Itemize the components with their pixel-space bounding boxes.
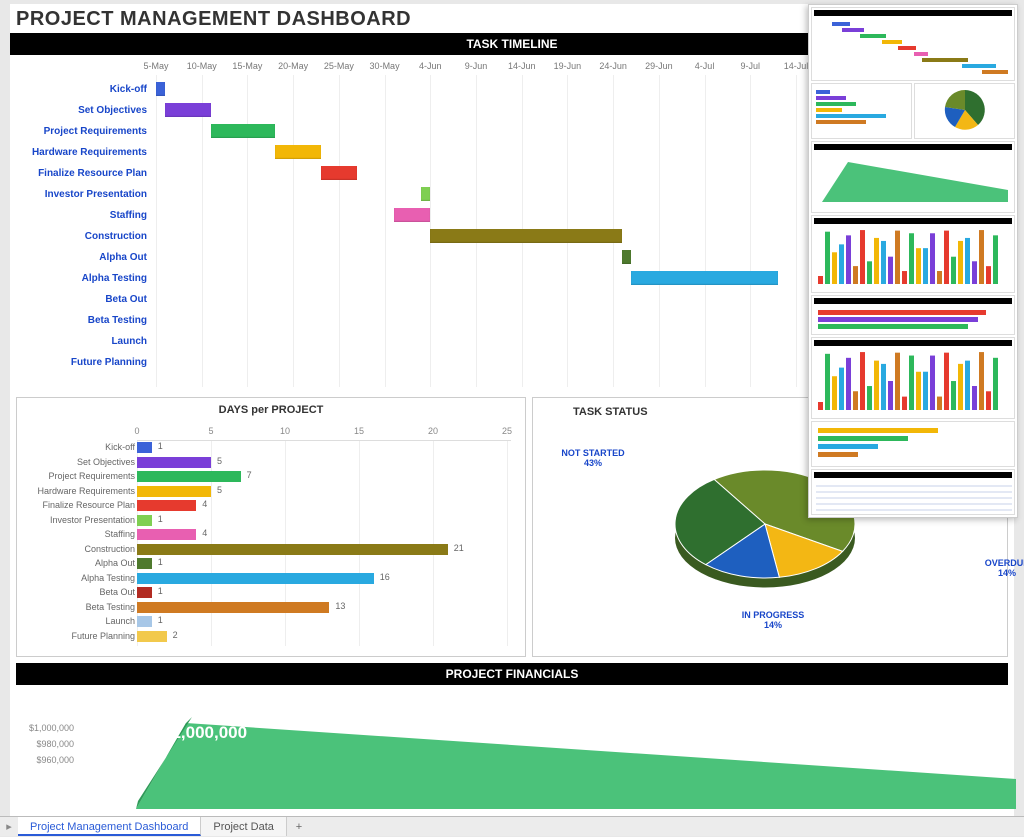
gantt-task-label: Finalize Resource Plan — [16, 163, 151, 184]
days-bar — [137, 558, 152, 569]
pie-label-overdue: OVERDUE — [985, 558, 1024, 568]
days-row-label: Investor Presentation — [25, 514, 135, 527]
thumb-pie[interactable] — [914, 83, 1015, 139]
gantt-task-label: Hardware Requirements — [16, 142, 151, 163]
days-row-label: Alpha Testing — [25, 572, 135, 585]
gantt-task-label: Alpha Testing — [16, 268, 151, 289]
days-bar-value: 1 — [158, 557, 163, 567]
days-bar-value: 2 — [173, 630, 178, 640]
gantt-task-label: Construction — [16, 226, 151, 247]
days-bar-value: 7 — [247, 470, 252, 480]
pie-label-not-started: NOT STARTED — [561, 448, 624, 458]
thumb-financials[interactable] — [811, 141, 1015, 213]
days-bar-value: 1 — [158, 514, 163, 524]
days-bar-value: 21 — [454, 543, 464, 553]
gantt-bar — [622, 250, 631, 264]
days-bar — [137, 544, 448, 555]
days-bar-value: 4 — [202, 528, 207, 538]
financials-chart: $1,000,000 $980,000 $960,000 $1,000,000 — [76, 713, 998, 813]
days-bar-value: 4 — [202, 499, 207, 509]
days-bar — [137, 486, 211, 497]
pie-label-in-progress: IN PROGRESS — [742, 610, 805, 620]
days-per-project-chart: DAYS per PROJECT 0510152025 Kick-off1Set… — [16, 397, 526, 657]
days-row-label: Set Objectives — [25, 456, 135, 469]
days-row-label: Construction — [25, 543, 135, 556]
gantt-bar — [321, 166, 358, 180]
tab-project-data[interactable]: Project Data — [201, 817, 287, 836]
days-bar — [137, 587, 152, 598]
gantt-task-label: Project Requirements — [16, 121, 151, 142]
days-bar — [137, 602, 329, 613]
thumb-hbars[interactable] — [811, 421, 1015, 467]
gantt-task-label: Set Objectives — [16, 100, 151, 121]
gantt-task-label: Beta Out — [16, 289, 151, 310]
gantt-bar — [631, 271, 777, 285]
gantt-bar — [275, 145, 321, 159]
days-bar-value: 13 — [335, 601, 345, 611]
days-row-label: Staffing — [25, 528, 135, 541]
days-bar — [137, 515, 152, 526]
gantt-task-label: Kick-off — [16, 79, 151, 100]
days-row-label: Beta Testing — [25, 601, 135, 614]
days-row-label: Future Planning — [25, 630, 135, 643]
tab-dashboard[interactable]: Project Management Dashboard — [18, 817, 201, 836]
days-bar-value: 1 — [158, 586, 163, 596]
days-bar — [137, 573, 374, 584]
days-row-label: Kick-off — [25, 441, 135, 454]
thumb-columns-2[interactable] — [811, 337, 1015, 419]
days-bar-value: 16 — [380, 572, 390, 582]
days-row-label: Alpha Out — [25, 557, 135, 570]
days-row-label: Project Requirements — [25, 470, 135, 483]
days-bar — [137, 500, 196, 511]
days-bar — [137, 529, 196, 540]
gantt-task-label: Launch — [16, 331, 151, 352]
days-bar — [137, 631, 167, 642]
gantt-bar — [430, 229, 622, 243]
thumb-gantt[interactable] — [811, 7, 1015, 81]
days-row-label: Hardware Requirements — [25, 485, 135, 498]
tab-nav-prev[interactable]: ▸ — [0, 817, 18, 836]
tab-add[interactable]: + — [287, 817, 311, 836]
gantt-task-label: Investor Presentation — [16, 184, 151, 205]
dashboard-thumbnail-panel[interactable] — [808, 4, 1018, 518]
sheet-tabs: ▸ Project Management Dashboard Project D… — [0, 816, 1024, 836]
section-header-financials: PROJECT FINANCIALS — [16, 663, 1008, 685]
days-bar — [137, 471, 241, 482]
gantt-bar — [156, 82, 165, 96]
gantt-bar — [211, 124, 275, 138]
days-row-label: Beta Out — [25, 586, 135, 599]
days-bar — [137, 442, 152, 453]
gantt-bar — [421, 187, 430, 201]
days-bar-value: 5 — [217, 485, 222, 495]
gantt-bar — [394, 208, 431, 222]
financials-peak-label: $1,000,000 — [162, 723, 247, 743]
days-row-label: Finalize Resource Plan — [25, 499, 135, 512]
thumb-table[interactable] — [811, 469, 1015, 515]
days-title: DAYS per PROJECT — [23, 404, 519, 416]
gantt-task-label: Staffing — [16, 205, 151, 226]
gantt-task-label: Future Planning — [16, 352, 151, 373]
gantt-task-label: Alpha Out — [16, 247, 151, 268]
days-row-label: Launch — [25, 615, 135, 628]
days-bar-value: 1 — [158, 615, 163, 625]
gantt-task-label: Beta Testing — [16, 310, 151, 331]
thumb-days-bar[interactable] — [811, 83, 912, 139]
days-bar-value: 5 — [217, 456, 222, 466]
days-bar — [137, 457, 211, 468]
days-bar — [137, 616, 152, 627]
days-bar-value: 1 — [158, 441, 163, 451]
thumb-columns-1[interactable] — [811, 215, 1015, 293]
thumb-stacked-bars[interactable] — [811, 295, 1015, 335]
gantt-bar — [165, 103, 211, 117]
